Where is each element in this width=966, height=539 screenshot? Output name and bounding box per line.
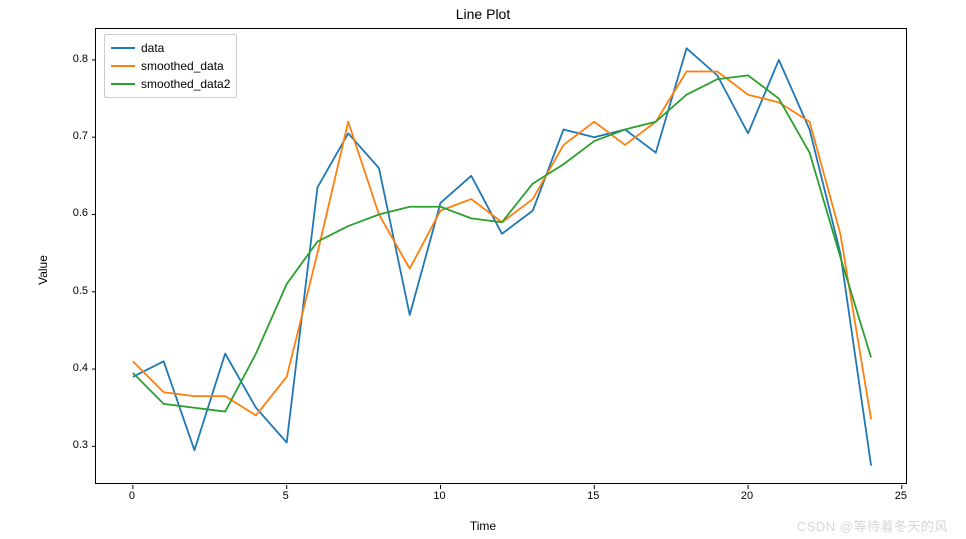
y-tick-label: 0.8 [60, 53, 88, 65]
y-axis-label: Value [36, 255, 50, 285]
legend-label: smoothed_data [141, 59, 224, 73]
x-tick-label: 10 [433, 490, 445, 502]
legend-label: data [141, 41, 164, 55]
y-tick-label: 0.5 [60, 285, 88, 297]
series-line [133, 48, 871, 465]
x-tick-label: 25 [895, 490, 907, 502]
legend-label: smoothed_data2 [141, 77, 230, 91]
chart-title: Line Plot [0, 6, 966, 22]
legend-item: smoothed_data [111, 57, 230, 75]
legend-swatch [111, 83, 135, 85]
y-tick-label: 0.6 [60, 207, 88, 219]
legend: data smoothed_data smoothed_data2 [104, 34, 237, 98]
x-tick-label: 20 [741, 490, 753, 502]
legend-swatch [111, 65, 135, 67]
series-line [133, 72, 871, 420]
y-tick-label: 0.7 [60, 130, 88, 142]
legend-swatch [111, 47, 135, 49]
y-tick-label: 0.3 [60, 439, 88, 451]
x-axis-label: Time [0, 519, 966, 533]
series-line [133, 75, 871, 411]
chart-container: Line Plot Value Time data smoothed_datasm… [0, 0, 966, 539]
x-tick-label: 5 [283, 490, 289, 502]
legend-item: smoothed_data2 [111, 75, 230, 93]
y-tick-label: 0.4 [60, 362, 88, 374]
x-tick-label: 15 [587, 490, 599, 502]
legend-item: data [111, 39, 230, 57]
x-tick-label: 0 [129, 490, 135, 502]
